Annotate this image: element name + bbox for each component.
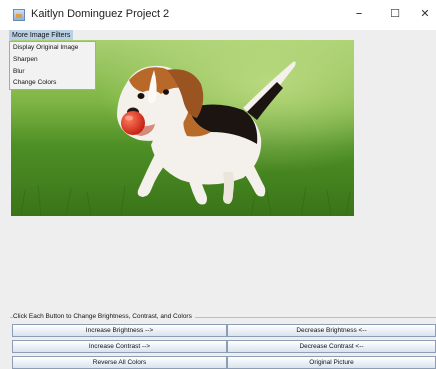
instructions-label: Click Each Button to Change Brightness, …: [13, 313, 195, 320]
menu-item-blur[interactable]: Blur: [13, 68, 25, 75]
maximize-button[interactable]: ☐: [386, 6, 404, 22]
original-picture-button[interactable]: Original Picture: [227, 356, 436, 369]
menu-item-sharpen[interactable]: Sharpen: [13, 56, 38, 63]
java-app-icon: [13, 9, 25, 21]
decrease-contrast-button[interactable]: Decrease Contrast <--: [227, 340, 436, 353]
decrease-brightness-button[interactable]: Decrease Brightness <--: [227, 324, 436, 337]
increase-contrast-button[interactable]: Increase Contrast -->: [12, 340, 227, 353]
image-filters-dropdown: Display Original Image Sharpen Blur Chan…: [9, 41, 96, 90]
minimize-button[interactable]: –: [350, 6, 368, 22]
menu-item-display-original-image[interactable]: Display Original Image: [13, 44, 78, 51]
increase-brightness-button[interactable]: Increase Brightness -->: [12, 324, 227, 337]
menu-item-change-colors[interactable]: Change Colors: [13, 79, 56, 86]
window-title: Kaitlyn Dominguez Project 2: [31, 8, 170, 20]
reverse-all-colors-button[interactable]: Reverse All Colors: [12, 356, 227, 369]
title-bar: Kaitlyn Dominguez Project 2 – ☐ ✕: [0, 0, 436, 30]
close-button[interactable]: ✕: [416, 6, 434, 22]
